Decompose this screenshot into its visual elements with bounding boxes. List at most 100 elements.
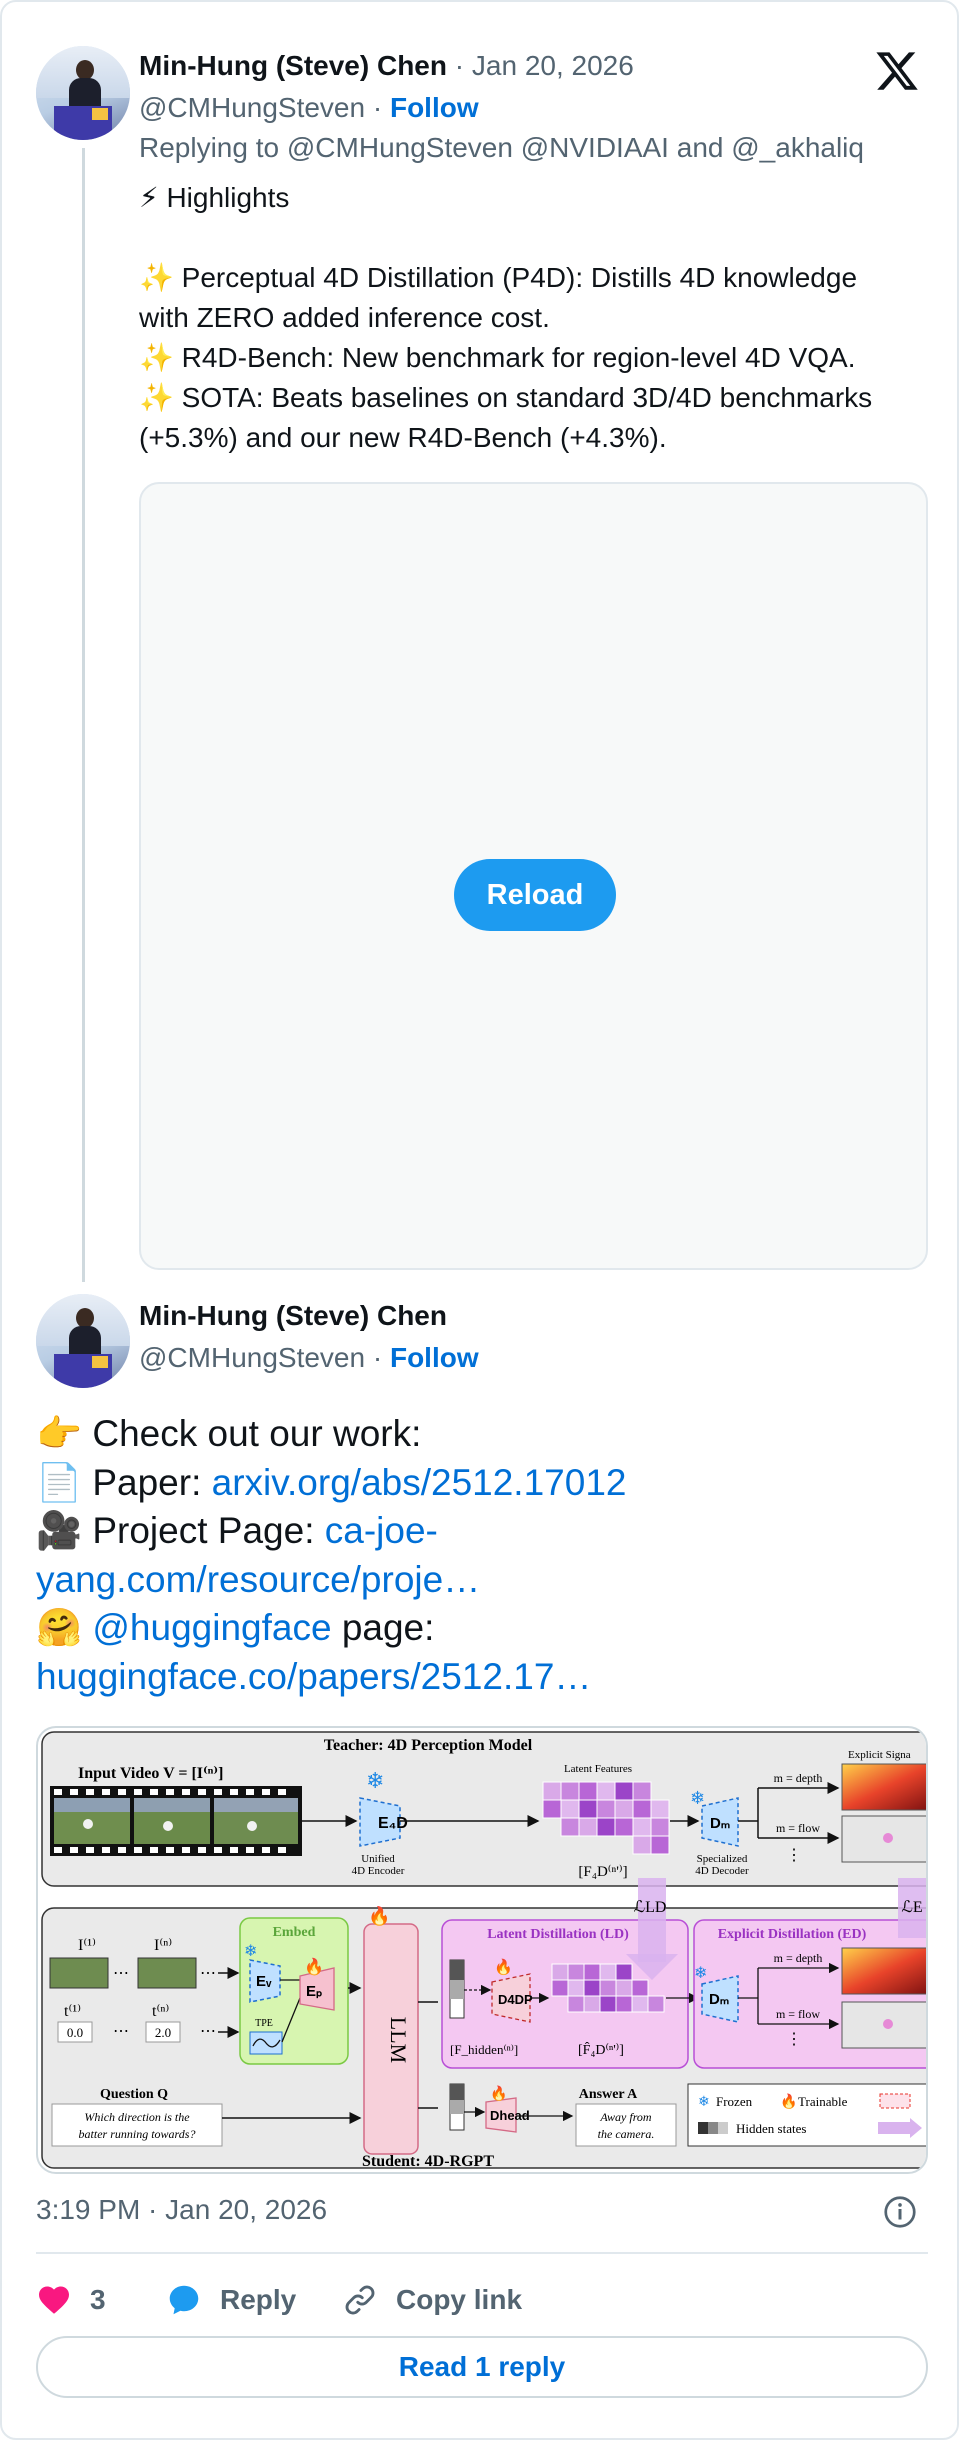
reload-button[interactable]: Reload [454,859,616,931]
trainable-flame-icon: 🔥 [494,1958,513,1976]
author-name[interactable]: Min-Hung (Steve) Chen [139,1300,447,1332]
input-video-label: Input Video V = [I⁽ⁿ⁾] [78,1765,223,1782]
legend-trainable: Trainable [798,2094,848,2109]
reply-mention[interactable]: @_akhaliq [731,132,864,163]
ev-label: Eᵥ [256,1973,272,1990]
follow-button[interactable]: Follow [390,1342,479,1373]
avatar[interactable] [36,1294,130,1388]
specialized-decoder-label-2: 4D Decoder [695,1865,749,1877]
read-replies-button[interactable]: Read 1 reply [36,2336,928,2398]
explicit-distillation-title: Explicit Distillation (ED) [718,1927,867,1942]
reply-label: Reply [220,2284,297,2315]
reply-button[interactable]: Reply [166,2270,296,2330]
ld-loss-label: ℒLD [634,1899,667,1916]
frozen-snowflake-icon: ❄ [690,1788,705,1808]
like-button[interactable]: 3 [36,2270,106,2330]
svg-text:⋯: ⋯ [113,2023,129,2040]
dm-label-student: Dₘ [709,1991,729,2008]
i1-label: I⁽¹⁾ [78,1937,96,1954]
latent-distillation-title: Latent Distillation (LD) [487,1927,629,1942]
svg-text:⋯: ⋯ [200,1965,216,1982]
link-icon [345,2285,375,2315]
tweet-date[interactable]: Jan 20, 2026 [472,50,634,81]
copy-link-button[interactable]: Copy link [342,2270,522,2330]
follow-button[interactable]: Follow [390,92,479,123]
m-flow-label-student: m = flow [776,2007,820,2021]
trainable-flame-icon: 🔥 [490,2085,507,2102]
question-title: Question Q [100,2087,168,2102]
tweet-text-line: yang.com/resource/proje… [36,1556,916,1605]
m-depth-label-student: m = depth [774,1951,823,1965]
tweet-text-line: 🎥 Project Page: ca-joe- [36,1510,438,1551]
reply-mention[interactable]: @NVIDIAAI [521,132,669,163]
tweet-text: ⚡ Highlights ✨ Perceptual 4D Distillatio… [139,178,929,458]
project-page-link[interactable]: ca-joe- [325,1510,438,1551]
project-page-link-cont[interactable]: yang.com/resource/proje… [36,1559,480,1600]
action-bar: 3 Reply Copy link [36,2270,928,2330]
author-handle-row: @CMHungSteven · Follow [139,92,479,123]
f4d-label: [F₄D⁽ⁿ'⁾] [578,1863,627,1880]
f4d-hat-label: [F̂₄D⁽ⁿ'⁾] [578,2041,624,2058]
like-count: 3 [90,2284,106,2315]
x-logo-icon[interactable] [874,48,920,94]
llm-label: LLM [386,2017,411,2063]
legend-hidden-states: Hidden states [736,2121,806,2136]
info-icon[interactable] [882,2194,918,2230]
answer-text-1: Away from [599,2110,652,2124]
avatar[interactable] [36,46,130,140]
frozen-snowflake-icon: ❄ [366,1768,384,1793]
embed-title: Embed [273,1925,316,1940]
author-name[interactable]: Min-Hung (Steve) Chen · Jan 20, 2026 [139,50,634,82]
teacher-title: Teacher: 4D Perception Model [324,1737,533,1754]
reply-bubble-icon [169,2285,199,2315]
divider [36,2252,928,2254]
tweet-text-line: with ZERO added inference cost. [139,302,550,333]
tweet-embed-card: Min-Hung (Steve) Chen · Jan 20, 2026 @CM… [0,0,959,2440]
t1-label: t⁽¹⁾ [64,2003,81,2020]
tweet-text-line [139,218,929,258]
tweet-timestamp[interactable]: 3:19 PM · Jan 20, 2026 [36,2194,327,2226]
answer-text-2: the camera. [598,2127,655,2141]
media-placeholder: Reload [139,482,928,1270]
reply-mention[interactable]: @CMHungSteven [287,132,513,163]
tweet-text-line: 👉 Check out our work: [36,1413,422,1454]
frozen-snowflake-icon: ❄ [694,1965,707,1982]
unified-encoder-label-1: Unified [361,1853,395,1865]
replying-to-line: Replying to @CMHungSteven @NVIDIAAI and … [139,132,864,163]
m-flow-label: m = flow [776,1821,820,1835]
question-text-1: Which direction is the [84,2110,190,2124]
tweet-text-line: ✨ Perceptual 4D Distillation (P4D): Dist… [139,262,858,293]
tweet-text-line: huggingface.co/papers/2512.17… [36,1653,916,1702]
frozen-snowflake-icon: ❄ [244,1943,257,1960]
tn-value: 2.0 [155,2025,171,2040]
thread-connector-line [82,148,85,1282]
specialized-decoder-label-1: Specialized [697,1853,748,1865]
tweet-text-line: 📄 Paper: arxiv.org/abs/2512.17012 [36,1461,627,1503]
answer-title: Answer A [579,2087,638,2102]
paper-figure-image[interactable]: Teacher: 4D Perception Model Input Video… [36,1726,928,2174]
author-handle[interactable]: @CMHungSteven [139,1342,365,1373]
trainable-flame-icon: 🔥 [304,1957,324,1976]
student-title: Student: 4D-RGPT [362,2153,494,2170]
huggingface-mention[interactable]: @huggingface [92,1607,331,1648]
tweet-text-line: ✨ SOTA: Beats baselines on standard 3D/4… [139,382,873,413]
author-handle-row: @CMHungSteven · Follow [139,1342,479,1373]
legend-frozen: Frozen [716,2094,753,2109]
tweet-text-line: ✨ R4D-Bench: New benchmark for region-le… [139,342,856,373]
tn-label: t⁽ⁿ⁾ [152,2003,169,2020]
paper-link[interactable]: arxiv.org/abs/2512.17012 [212,1462,627,1503]
svg-text:⋮: ⋮ [786,2031,802,2048]
in-label: I⁽ⁿ⁾ [154,1937,172,1954]
author-handle[interactable]: @CMHungSteven [139,92,365,123]
legend-frozen-icon: ❄ [698,2095,710,2110]
copy-link-label: Copy link [396,2284,523,2315]
heart-icon [39,2286,69,2314]
tweet-text-line: ⚡ Highlights [139,182,290,213]
unified-encoder-label-2: 4D Encoder [352,1865,405,1877]
architecture-diagram: Teacher: 4D Perception Model Input Video… [41,1731,926,2170]
ed-loss-label: ℒE [901,1899,922,1916]
tweet-text: 👉 Check out our work: 📄 Paper: arxiv.org… [36,1410,916,1701]
huggingface-link[interactable]: huggingface.co/papers/2512.17… [36,1656,591,1697]
explicit-signals-label: Explicit Signa [848,1749,911,1761]
m-depth-label: m = depth [774,1771,823,1785]
